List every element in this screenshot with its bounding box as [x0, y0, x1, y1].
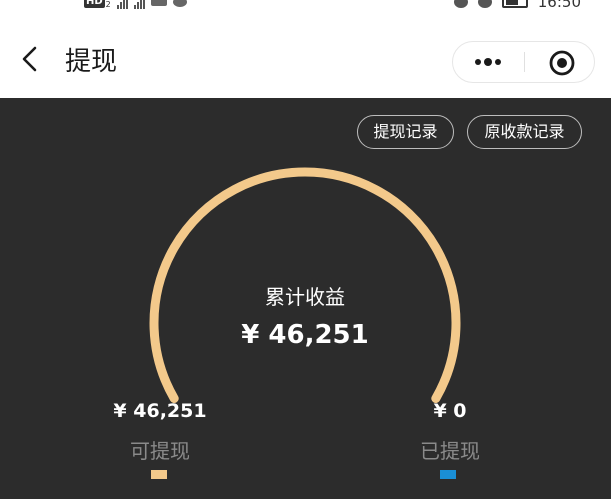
- withdrawn-label: 已提现: [420, 439, 480, 463]
- status-time: 16:50: [537, 0, 581, 11]
- mini-program-capsule: [452, 41, 595, 83]
- withdrawn-legend-swatch: [440, 470, 456, 479]
- hd-sub-number: 2: [105, 0, 111, 9]
- wechat-icon: [172, 0, 187, 7]
- status-left-icons: HD 2: [84, 0, 187, 9]
- total-earnings-value: ¥ 46,251: [241, 320, 369, 350]
- mute-bell-icon: [477, 0, 492, 8]
- available-label: 可提现: [130, 439, 190, 463]
- signal-icon-2: [133, 0, 145, 9]
- battery-icon: [501, 0, 528, 8]
- page-title: 提现: [65, 47, 118, 77]
- earnings-panel: 提现记录 原收款记录 累计收益 ¥ 46,251 ¥ 46,251 可提现 ¥ …: [0, 98, 611, 499]
- status-bar: HD 2 16:50: [0, 0, 611, 18]
- alarm-icon: [453, 0, 468, 8]
- status-right-icons: 16:50: [453, 0, 581, 11]
- notification-app-icon: [150, 0, 167, 6]
- more-dots-icon: [475, 58, 501, 66]
- close-mini-program-button[interactable]: [525, 42, 595, 82]
- withdrawn-amount: ¥ 0: [433, 400, 467, 422]
- target-close-icon: [549, 50, 575, 76]
- more-options-button[interactable]: [453, 42, 524, 82]
- nav-bar: 提现: [0, 18, 611, 98]
- signal-icon: [116, 0, 128, 9]
- hd-badge: HD: [84, 0, 105, 8]
- back-arrow-icon[interactable]: [20, 46, 42, 72]
- available-legend-swatch: [151, 470, 167, 479]
- available-amount: ¥ 46,251: [113, 400, 207, 422]
- total-earnings-label: 累计收益: [265, 285, 345, 309]
